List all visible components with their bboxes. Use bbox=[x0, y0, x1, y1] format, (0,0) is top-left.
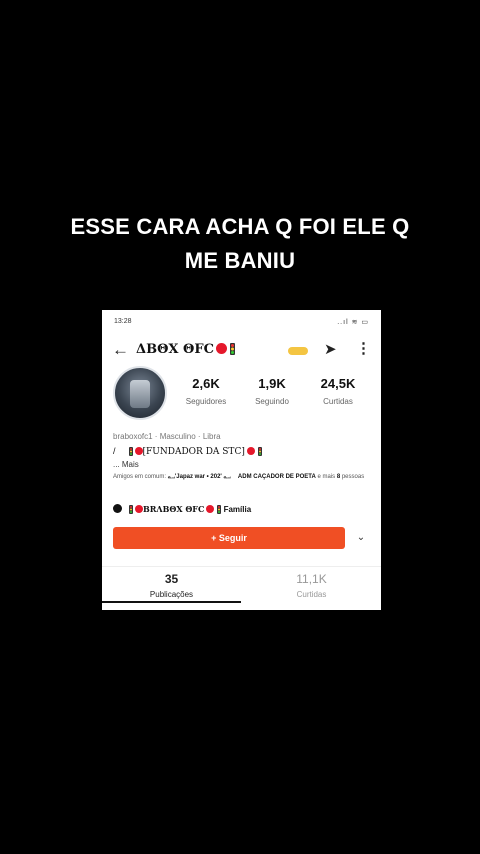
tab-label: Publicações bbox=[149, 590, 194, 599]
stat-followers[interactable]: 2,6K Seguidores bbox=[176, 376, 236, 406]
traffic-light-icon bbox=[229, 343, 235, 355]
stat-value: 24,5K bbox=[320, 376, 356, 391]
family-avatar-icon bbox=[113, 504, 122, 513]
traffic-light-icon bbox=[129, 505, 133, 514]
caption-line-1: ESSE CARA ACHA Q FOI ELE Q bbox=[70, 214, 410, 239]
tab-publications[interactable]: 35 Publicações bbox=[102, 572, 241, 599]
red-circle-icon bbox=[246, 447, 255, 455]
mutual-prefix: Amigos em comum: bbox=[113, 474, 167, 480]
username-text: ΔΒΘΧ ΘFC bbox=[136, 342, 214, 357]
bio-more-link[interactable]: ... Mais bbox=[113, 460, 139, 469]
active-tab-indicator bbox=[102, 601, 241, 603]
status-icons: ..ıl ≋ ▭ bbox=[337, 319, 369, 326]
profile-screenshot: 13:28 ..ıl ≋ ▭ ← ΔΒΘΧ ΘFC ➤ ⋮ 2,6K Segui… bbox=[102, 310, 381, 610]
profile-meta: braboxofc1 · Masculino · Libra bbox=[113, 432, 221, 441]
family-label: Família bbox=[223, 505, 252, 514]
profile-bio: / [FUNDADOR DA STC] bbox=[113, 446, 262, 457]
red-circle-icon bbox=[215, 343, 227, 354]
profile-header: ← ΔΒΘΧ ΘFC ➤ ⋮ bbox=[102, 336, 381, 362]
red-circle-icon bbox=[134, 447, 143, 455]
avatar[interactable] bbox=[113, 366, 167, 420]
stat-label: Seguidores bbox=[185, 397, 227, 406]
bio-prefix: / bbox=[113, 446, 116, 456]
stat-label: Curtidas bbox=[323, 397, 353, 406]
status-bar: 13:28 ..ıl ≋ ▭ bbox=[102, 310, 381, 332]
stat-value: 1,9K bbox=[258, 376, 286, 391]
traffic-light-icon bbox=[128, 447, 133, 456]
mutual-suffix: e mais bbox=[317, 474, 336, 480]
more-vertical-icon[interactable]: ⋮ bbox=[356, 339, 371, 357]
stat-following[interactable]: 1,9K Seguindo bbox=[242, 376, 302, 406]
follow-button[interactable]: + Seguir bbox=[113, 527, 345, 549]
badge-icon bbox=[288, 347, 308, 355]
status-time: 13:28 bbox=[114, 318, 132, 325]
chevron-down-icon[interactable]: ⌄ bbox=[350, 527, 372, 549]
bio-title: [FUNDADOR DA STC] bbox=[142, 447, 245, 457]
mutual-friends[interactable]: Amigos em comum: 𓀿'Japaz war • 202' 𓀿ㅤ A… bbox=[113, 473, 368, 482]
mutual-names: 𓀿'Japaz war • 202' 𓀿ㅤ ADM CAÇADOR DE POE… bbox=[167, 474, 316, 480]
stat-likes[interactable]: 24,5K Curtidas bbox=[308, 376, 368, 406]
family-link[interactable]: BRΛBΘΧ ΘFC Família bbox=[113, 504, 251, 514]
divider bbox=[102, 566, 381, 567]
tab-likes[interactable]: 11,1K Curtidas bbox=[242, 572, 381, 599]
share-icon[interactable]: ➤ bbox=[324, 340, 337, 358]
red-circle-icon bbox=[206, 505, 215, 513]
caption-line-2: ME BANIU bbox=[184, 248, 296, 273]
stat-value: 2,6K bbox=[192, 376, 220, 391]
red-circle-icon bbox=[135, 505, 143, 513]
tab-value: 35 bbox=[164, 572, 179, 586]
tab-label: Curtidas bbox=[296, 590, 327, 599]
arrow-left-icon[interactable]: ← bbox=[112, 340, 129, 360]
traffic-light-icon bbox=[217, 505, 222, 514]
stat-label: Seguindo bbox=[255, 397, 289, 406]
mutual-count: 8 bbox=[336, 474, 341, 480]
family-name: BRΛBΘΧ ΘFC bbox=[143, 504, 205, 514]
traffic-light-icon bbox=[257, 447, 262, 456]
tab-value: 11,1K bbox=[296, 572, 327, 586]
video-caption: ESSE CARA ACHA Q FOI ELE Q ME BANIU bbox=[40, 210, 440, 278]
mutual-end: pessoas bbox=[341, 474, 365, 480]
profile-username: ΔΒΘΧ ΘFC bbox=[136, 342, 235, 357]
